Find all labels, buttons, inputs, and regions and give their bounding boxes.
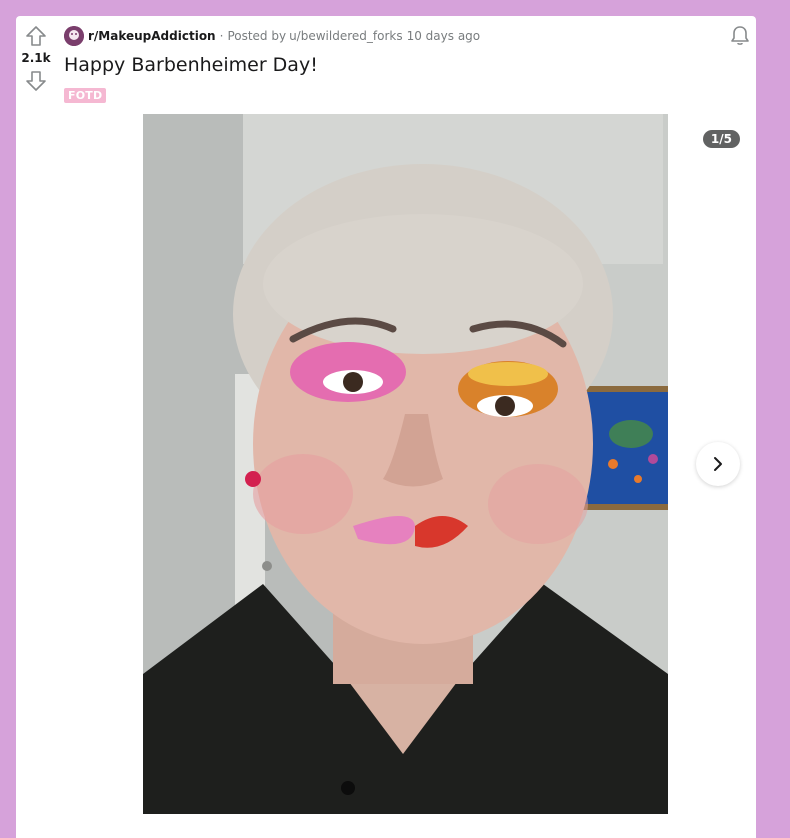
author-link[interactable]: u/bewildered_forks (289, 29, 403, 43)
selfie-photo (143, 114, 668, 814)
post-flair[interactable]: FOTD (64, 88, 107, 103)
chevron-right-icon (714, 457, 722, 471)
post-card: 2.1k r/MakeupAddiction · Posted by u/bew… (16, 16, 756, 838)
post-age: 10 days ago (406, 29, 481, 43)
upvote-icon[interactable] (24, 24, 48, 48)
downvote-icon[interactable] (24, 69, 48, 93)
post-title[interactable]: Happy Barbenheimer Day! (64, 54, 318, 76)
gallery-counter: 1/5 (702, 130, 740, 148)
vote-column: 2.1k (16, 16, 56, 93)
gallery-next-button[interactable] (696, 442, 740, 486)
subreddit-avatar-icon[interactable] (64, 26, 84, 46)
vote-score: 2.1k (21, 51, 51, 65)
meta-separator: · (219, 29, 224, 43)
bell-icon[interactable] (728, 24, 752, 48)
gallery-image[interactable] (143, 114, 668, 814)
posted-by-label: Posted by (227, 29, 287, 43)
subreddit-link[interactable]: r/MakeupAddiction (88, 29, 216, 43)
post-meta: r/MakeupAddiction · Posted by u/bewilder… (64, 26, 480, 46)
